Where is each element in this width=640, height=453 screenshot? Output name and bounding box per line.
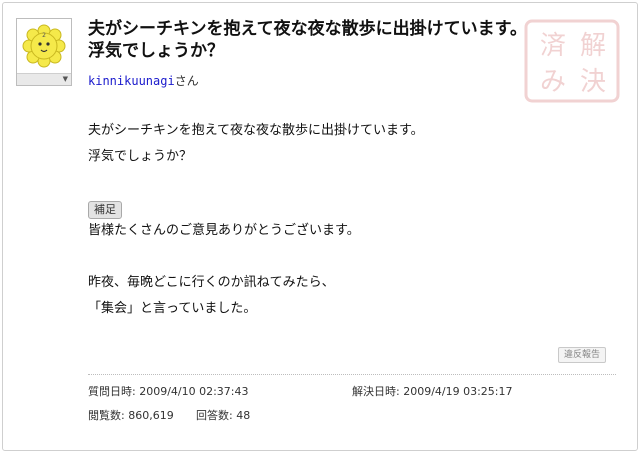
supplement-body: 皆様たくさんのご意見ありがとうございます。 昨夜、毎晩どこに行くのか訊ねてみたら… — [88, 218, 588, 322]
dropdown-arrow-icon[interactable]: ▼ — [63, 75, 68, 84]
avatar-menu-bar[interactable]: ▼ — [17, 73, 71, 85]
answers-label: 回答数 — [196, 409, 229, 422]
question-body-line: 浮気でしょうか？ — [88, 149, 193, 164]
question-title: 夫がシーチキンを抱えて夜な夜な散歩に出掛けています。浮気でしょうか？ — [88, 19, 527, 61]
stamp-char-4: 決 — [580, 67, 606, 97]
supplement-badge: 補足 — [88, 201, 122, 219]
yellow-flower-character-icon: 2 — [17, 19, 71, 73]
resolved-datetime: 解決日時: 2009/4/19 03:25:17 — [352, 385, 513, 398]
resolved-stamp: 解 済 み 決 — [523, 18, 621, 104]
supplement-blank-line — [88, 244, 588, 270]
stamp-char-3: み — [540, 67, 566, 97]
asked-datetime: 質問日時: 2009/4/10 02:37:43 — [88, 385, 249, 398]
stamp-char-1: 解 — [580, 31, 606, 61]
resolved-label: 解決日時 — [352, 385, 396, 398]
stamp-char-2: 済 — [540, 31, 566, 61]
resolved-value: 2009/4/19 03:25:17 — [403, 385, 513, 398]
report-violation-button[interactable]: 違反報告 — [558, 347, 607, 363]
asked-value: 2009/4/10 02:37:43 — [139, 385, 249, 398]
views-label: 閲覧数 — [88, 409, 121, 422]
meta-separator — [88, 374, 616, 375]
asked-label: 質問日時 — [88, 385, 132, 398]
answers-value: 48 — [236, 409, 251, 422]
user-avatar[interactable]: 2 ▼ — [16, 18, 72, 86]
asker-suffix: さん — [174, 74, 199, 88]
view-count: 閲覧数: 860,619 — [88, 409, 174, 422]
views-value: 860,619 — [128, 409, 174, 422]
supplement-line: 昨夜、毎晩どこに行くのか訊ねてみたら、 — [88, 275, 335, 290]
answer-count: 回答数: 48 — [196, 409, 251, 422]
question-body: 夫がシーチキンを抱えて夜な夜な散歩に出掛けています。 浮気でしょうか？ — [88, 118, 588, 170]
question-body-line: 夫がシーチキンを抱えて夜な夜な散歩に出掛けています。 — [88, 123, 424, 138]
svg-text:2: 2 — [42, 32, 46, 39]
asker-id-link[interactable]: kinnikuunagi — [88, 74, 175, 88]
asker-line: kinnikuunagiさん — [88, 72, 199, 89]
supplement-line: 「集会」と言っていました。 — [88, 301, 257, 316]
supplement-line: 皆様たくさんのご意見ありがとうございます。 — [88, 223, 360, 238]
